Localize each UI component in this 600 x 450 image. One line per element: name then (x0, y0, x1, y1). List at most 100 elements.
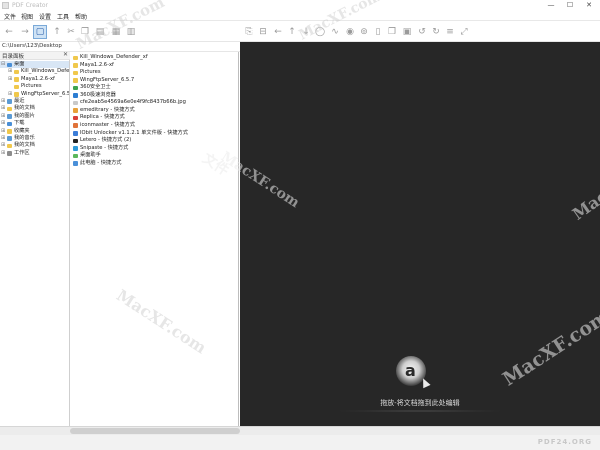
eye-icon[interactable]: ◉ (343, 25, 357, 39)
file-icon (73, 63, 78, 68)
directory-panel-header: 目录面板 ✕ (0, 51, 70, 60)
expand-toggle-icon[interactable]: ⊞ (1, 142, 5, 149)
rotate-right-icon[interactable]: ↻ (429, 25, 443, 39)
file-toolbar: ← → ▢ ↑ ✂ ❐ ▤ ▦ ▥ (0, 22, 240, 42)
maximize-button[interactable]: ☐ (563, 0, 577, 11)
tree-item[interactable]: ⊞ WingFtpServer_6.5.7 (0, 91, 69, 98)
watermark-brand-3: MacXF.com (568, 149, 600, 224)
tree-item[interactable]: ⊞ 我的文档 (0, 105, 69, 112)
save-icon[interactable]: ⊟ (256, 25, 270, 39)
expand-toggle-icon[interactable]: ⊞ (1, 105, 5, 112)
up-arrow-icon[interactable]: ↑ (50, 25, 64, 39)
expand-toggle-icon[interactable]: ⊞ (1, 98, 5, 105)
file-icon (73, 131, 78, 136)
arrow-down-icon[interactable]: ↓ (299, 25, 313, 39)
wave-icon[interactable]: ∿ (328, 25, 342, 39)
tree-item-label: Kill_Windows_Defender_v (21, 68, 69, 75)
expand-toggle-icon[interactable]: ⊞ (8, 68, 12, 75)
file-name: Kill_Windows_Defender_xf (80, 54, 148, 60)
window-title: PDF Creator (12, 2, 48, 9)
mouse-cursor-icon (419, 376, 431, 389)
title-bar: PDF Creator — ☐ ✕ (0, 0, 600, 11)
file-icon (73, 70, 78, 76)
expand-toggle-icon[interactable]: ⊞ (8, 91, 12, 98)
doc-icon[interactable]: ▯ (371, 25, 385, 39)
grid-view-icon[interactable]: ▦ (109, 25, 123, 39)
document-drop-area[interactable]: 文件 MacXF.com MacXF.com MacXF.com a 拖放-将文… (199, 42, 600, 426)
horizontal-scrollbar[interactable] (0, 426, 600, 435)
folder-icon[interactable]: ▢ (33, 25, 47, 39)
file-icon (73, 138, 78, 144)
file-icon (73, 55, 78, 60)
paste-icon[interactable]: ▤ (93, 25, 107, 39)
menu-settings[interactable]: 设置 (39, 12, 51, 21)
scrollbar-thumb[interactable] (70, 428, 240, 434)
expand-toggle-icon[interactable]: ⊞ (1, 120, 5, 127)
file-icon (73, 161, 78, 166)
close-button[interactable]: ✕ (582, 0, 596, 11)
status-bar: PDF24.ORG (0, 435, 600, 450)
expand-toggle-icon[interactable]: ⊟ (1, 61, 5, 68)
file-icon (73, 115, 78, 121)
tree-item-label: 工作区 (14, 149, 30, 156)
folder-icon (7, 121, 12, 127)
tree-item[interactable]: ⊟ 桌面 (0, 61, 69, 69)
folder-icon (7, 129, 12, 134)
pdf24-logo: PDF24.ORG (537, 438, 592, 446)
path-bar[interactable]: C:\Users\123\Desktop (0, 42, 240, 52)
file-icon (73, 93, 78, 98)
copy-icon[interactable]: ❐ (78, 25, 92, 39)
menu-view[interactable]: 视图 (21, 12, 33, 21)
forward-icon[interactable]: → (18, 25, 32, 39)
tree-item[interactable]: ⊞ Maya1.2.6-xf (0, 76, 69, 83)
delete-icon[interactable]: ▥ (124, 25, 138, 39)
file-name: IObit Unlocker v1.1.2.1 单文件版 - 快捷方式 (80, 129, 188, 136)
tree-item-label: 桌面 (14, 61, 25, 67)
file-icon (73, 153, 78, 159)
expand-toggle-icon[interactable]: ⊞ (1, 128, 5, 135)
arrow-left-icon[interactable]: ← (271, 25, 285, 39)
directory-panel-title: 目录面板 (2, 54, 25, 60)
file-name: 360极速浏览器 (80, 91, 116, 98)
new-page-icon[interactable]: ⎘ (242, 25, 256, 39)
tree-item[interactable]: ⊞ 我的文档 (0, 142, 69, 149)
file-icon (73, 123, 78, 128)
directory-panel: 目录面板 ✕ ⊟桌面⊞Kill_Windows_Defender_v⊞Maya1… (0, 51, 70, 426)
search-doc-icon[interactable]: ⊚ (357, 25, 371, 39)
file-icon (73, 85, 78, 91)
tree-item[interactable]: Pictures (0, 83, 69, 90)
tree-item-label: 我的文档 (14, 105, 35, 112)
file-name: iconmaster - 快捷方式 (80, 121, 135, 128)
fullscreen-icon[interactable]: ⤢ (457, 25, 471, 39)
tree-item[interactable]: ⊞ 下载 (0, 120, 69, 127)
menu-file[interactable]: 文件 (4, 12, 16, 21)
arrow-up-icon[interactable]: ↑ (285, 25, 299, 39)
app-icon (2, 2, 9, 9)
file-name: 此电脑 - 快捷方式 (80, 159, 122, 166)
list-icon[interactable]: ≡ (443, 25, 457, 39)
folder-icon (7, 151, 12, 156)
tree-item[interactable]: ⊞ 我的图片 (0, 113, 69, 120)
tree-item-label: 收藏夹 (14, 127, 30, 134)
expand-toggle-icon[interactable]: ⊞ (1, 113, 5, 120)
expand-toggle-icon[interactable]: ⊞ (1, 135, 5, 142)
file-icon (73, 100, 78, 106)
tree-item[interactable]: ⊞ Kill_Windows_Defender_v (0, 68, 69, 75)
minimize-button[interactable]: — (544, 0, 558, 11)
file-icon (73, 78, 78, 83)
drop-hint-text: 拖放-将文档拖到此处编辑 (380, 399, 460, 407)
menu-tools[interactable]: 工具 (57, 12, 69, 21)
close-panel-icon[interactable]: ✕ (63, 51, 68, 58)
back-icon[interactable]: ← (2, 25, 16, 39)
folder-icon (7, 143, 12, 149)
expand-toggle-icon[interactable]: ⊞ (1, 150, 5, 157)
delete-doc-icon[interactable]: ▣ (400, 25, 414, 39)
ocr-icon[interactable]: ◯ (313, 25, 327, 39)
tree-item[interactable]: ⊞ 收藏夹 (0, 128, 69, 135)
cut-icon[interactable]: ✂ (64, 25, 78, 39)
menu-help[interactable]: 帮助 (75, 12, 87, 21)
copy-doc-icon[interactable]: ❐ (385, 25, 399, 39)
rotate-left-icon[interactable]: ↺ (415, 25, 429, 39)
tree-item[interactable]: ⊞ 工作区 (0, 150, 69, 157)
expand-toggle-icon[interactable]: ⊞ (8, 76, 12, 83)
